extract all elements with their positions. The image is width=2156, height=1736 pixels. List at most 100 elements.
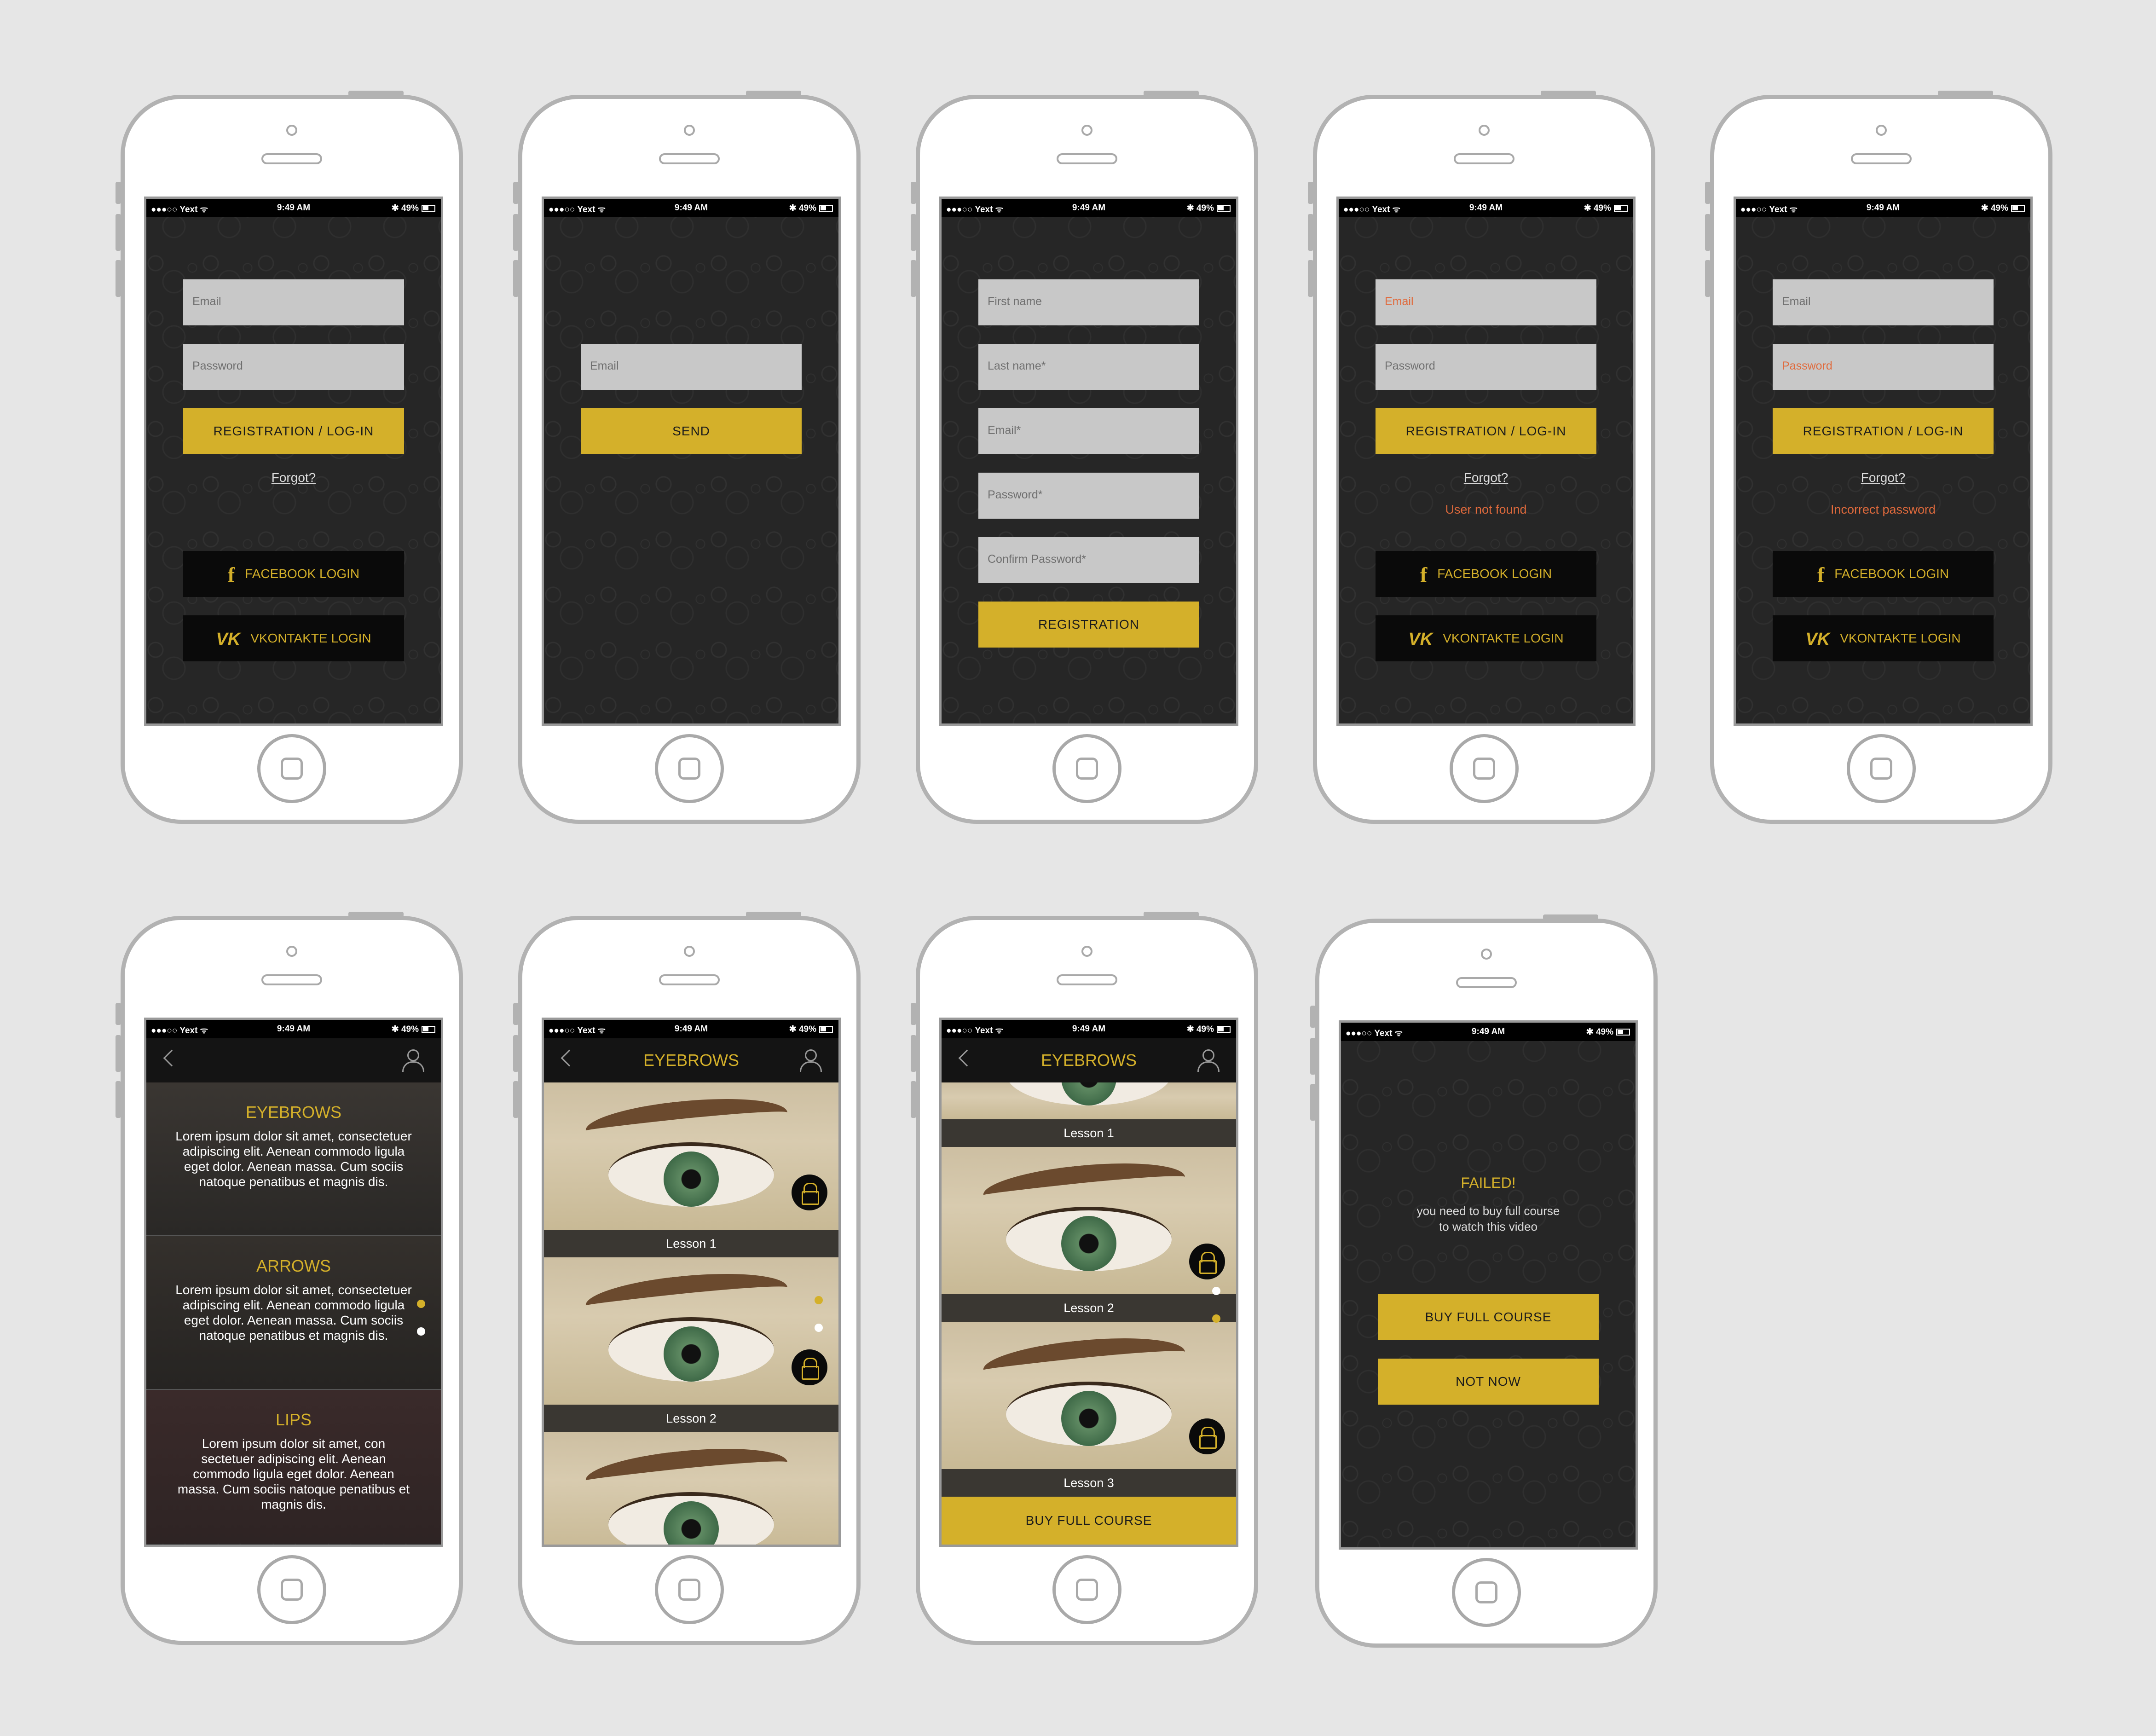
password-input[interactable]: Password* (978, 473, 1199, 519)
category-arrows[interactable]: ARROWS Lorem ipsum dolor sit amet, conse… (146, 1236, 441, 1390)
home-button[interactable] (1052, 734, 1121, 803)
status-bar: ●●●○○ Yext ᯤ 9:49 AM ✱ 49% (1339, 199, 1633, 217)
screen: ●●●○○ Yext ᯤ 9:49 AM ✱ 49% EYEBROWS Lore… (144, 1018, 443, 1547)
failed-message-line2: to watch this video (1439, 1220, 1538, 1233)
facebook-login-button[interactable]: f FACEBOOK LOGIN (1773, 551, 1994, 597)
registration-button[interactable]: REGISTRATION (978, 602, 1199, 648)
home-button[interactable] (257, 1555, 326, 1624)
send-button[interactable]: SEND (581, 408, 802, 454)
user-icon[interactable] (1197, 1049, 1220, 1072)
phone-categories: ●●●○○ Yext ᯤ 9:49 AM ✱ 49% EYEBROWS Lore… (116, 912, 463, 1645)
battery: ✱ 49% (392, 203, 435, 214)
user-icon[interactable] (402, 1049, 424, 1072)
login-button[interactable]: REGISTRATION / LOG-IN (183, 408, 404, 454)
forgot-link[interactable]: Forgot? (146, 470, 441, 485)
vk-login-button[interactable]: VK VKONTAKTE LOGIN (183, 615, 404, 661)
phone-registration: ●●●○○ Yext ᯤ 9:49 AM ✱ 49% First name La… (911, 91, 1258, 824)
page-dot-active[interactable] (815, 1296, 823, 1304)
page-dot[interactable] (1212, 1287, 1220, 1295)
status-bar: ●●●○○ Yext ᯤ 9:49 AM ✱ 49% (544, 199, 838, 217)
vk-login-button[interactable]: VK VKONTAKTE LOGIN (1376, 615, 1596, 661)
page-dot[interactable] (417, 1327, 425, 1336)
facebook-icon: f (1817, 562, 1825, 586)
page-dot-active[interactable] (1212, 1314, 1220, 1323)
battery-icon (2011, 205, 2025, 212)
back-icon[interactable] (163, 1049, 180, 1067)
lesson-thumbnail[interactable] (544, 1257, 838, 1405)
battery-icon (1217, 1026, 1231, 1033)
nav-bar: EYEBROWS (942, 1038, 1236, 1082)
password-input[interactable]: Password (183, 344, 404, 390)
status-bar: ●●●○○ Yext ᯤ 9:49 AM ✱ 49% (942, 1020, 1236, 1038)
home-button[interactable] (1452, 1558, 1521, 1627)
nav-title: EYEBROWS (1040, 1051, 1137, 1070)
vk-login-button[interactable]: VK VKONTAKTE LOGIN (1773, 615, 1994, 661)
status-bar: ●●●○○ Yext ᯤ 9:49 AM ✱ 49% (942, 199, 1236, 217)
confirm-password-input[interactable]: Confirm Password* (978, 537, 1199, 583)
camera (286, 125, 297, 136)
category-title: ARROWS (256, 1256, 331, 1275)
nav-bar (146, 1038, 441, 1082)
lesson-label[interactable]: Lesson 1 (942, 1119, 1236, 1147)
status-bar: ●●●○○ Yext ᯤ 9:49 AM ✱ 49% (146, 1020, 441, 1038)
lesson-thumbnail[interactable] (544, 1432, 838, 1545)
login-button[interactable]: REGISTRATION / LOG-IN (1773, 408, 1994, 454)
vk-icon: VK (1805, 629, 1830, 649)
email-input-error[interactable]: Email (1376, 279, 1596, 325)
lesson-thumbnail[interactable] (544, 1082, 838, 1230)
lesson-label[interactable]: Lesson 2 (544, 1405, 838, 1432)
status-bar: ●●●○○ Yext ᯤ 9:49 AM ✱ 49% (544, 1020, 838, 1038)
lesson-thumbnail[interactable] (942, 1322, 1236, 1469)
user-icon[interactable] (800, 1049, 822, 1072)
status-bar: ●●●○○ Yext ᯤ 9:49 AM ✱ 49% (146, 199, 441, 217)
failed-title: FAILED! (1461, 1175, 1516, 1191)
buy-full-course-button[interactable]: BUY FULL COURSE (942, 1497, 1236, 1545)
email-input[interactable]: Email (1773, 279, 1994, 325)
password-input-error[interactable]: Password (1773, 344, 1994, 390)
phone-login: ●●●○○ Yext ᯤ 9:49 AM ✱ 49% Email Passwor… (116, 91, 463, 824)
home-button[interactable] (257, 734, 326, 803)
back-icon[interactable] (561, 1049, 578, 1067)
email-input[interactable]: Email (183, 279, 404, 325)
status-bar: ●●●○○ Yext ᯤ 9:49 AM ✱ 49% (1736, 199, 2030, 217)
battery-icon (1616, 1029, 1630, 1036)
category-title: LIPS (275, 1410, 312, 1429)
screen: ●●●○○ Yext ᯤ 9:49 AM ✱ 49% First name La… (939, 197, 1238, 726)
email-input[interactable]: Email* (978, 408, 1199, 454)
error-message: Incorrect password (1830, 503, 1936, 516)
battery-icon (1614, 205, 1628, 212)
home-button[interactable] (655, 1555, 724, 1624)
login-button[interactable]: REGISTRATION / LOG-IN (1376, 408, 1596, 454)
page-dot[interactable] (815, 1324, 823, 1332)
lesson-thumbnail[interactable] (942, 1147, 1236, 1294)
lock-icon (1189, 1244, 1225, 1279)
screen: ●●●○○ Yext ᯤ 9:49 AM ✱ 49% Email Passwor… (1336, 197, 1636, 726)
lesson-thumbnail[interactable] (942, 1082, 1236, 1119)
facebook-login-button[interactable]: f FACEBOOK LOGIN (1376, 551, 1596, 597)
category-lips[interactable]: LIPS Lorem ipsum dolor sit amet, con sec… (146, 1390, 441, 1544)
email-input[interactable]: Email (581, 344, 802, 390)
password-input[interactable]: Password (1376, 344, 1596, 390)
forgot-link[interactable]: Forgot? (1736, 470, 2030, 485)
home-button[interactable] (1847, 734, 1916, 803)
buy-full-course-button[interactable]: BUY FULL COURSE (1378, 1294, 1599, 1340)
vk-icon: VK (1408, 629, 1433, 649)
facebook-login-button[interactable]: f FACEBOOK LOGIN (183, 551, 404, 597)
lesson-label[interactable]: Lesson 3 (942, 1469, 1236, 1497)
screen: ●●●○○ Yext ᯤ 9:49 AM ✱ 49% Email Passwor… (144, 197, 443, 726)
phone-incorrect-password: ●●●○○ Yext ᯤ 9:49 AM ✱ 49% Email Passwor… (1705, 91, 2052, 824)
lock-icon (1189, 1418, 1225, 1454)
phone-failed: ●●●○○ Yext ᯤ 9:49 AM ✱ 49% FAILED! you n… (1310, 914, 1658, 1648)
category-eyebrows[interactable]: EYEBROWS Lorem ipsum dolor sit amet, con… (146, 1082, 441, 1236)
lesson-label[interactable]: Lesson 2 (942, 1294, 1236, 1322)
home-button[interactable] (655, 734, 724, 803)
home-button[interactable] (1052, 1555, 1121, 1624)
page-dot-active[interactable] (417, 1300, 425, 1308)
last-name-input[interactable]: Last name* (978, 344, 1199, 390)
not-now-button[interactable]: NOT NOW (1378, 1359, 1599, 1405)
first-name-input[interactable]: First name (978, 279, 1199, 325)
forgot-link[interactable]: Forgot? (1339, 470, 1633, 485)
back-icon[interactable] (958, 1049, 976, 1067)
home-button[interactable] (1450, 734, 1519, 803)
lesson-label[interactable]: Lesson 1 (544, 1230, 838, 1257)
